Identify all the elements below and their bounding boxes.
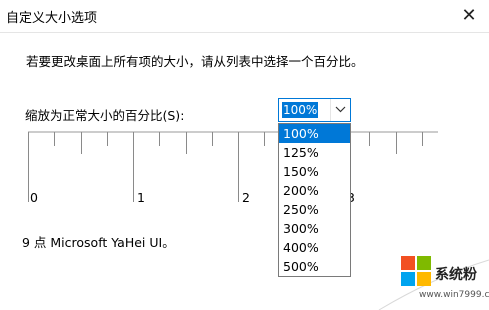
sample-text: 9 点 Microsoft YaHei UI。 bbox=[22, 235, 175, 250]
watermark: 系统粉 www.win7999.com bbox=[339, 242, 489, 310]
ruler-ticks bbox=[28, 131, 438, 202]
watermark-brand: 系统粉 bbox=[435, 267, 477, 283]
dropdown-option[interactable]: 300% bbox=[279, 219, 350, 238]
dialog-title: 自定义大小选项 bbox=[6, 11, 98, 26]
instruction-text: 若要更改桌面上所有项的大小，请从列表中选择一个百分比。 bbox=[26, 54, 364, 69]
dropdown-option[interactable]: 250% bbox=[279, 200, 350, 219]
scale-combobox[interactable]: 100% bbox=[278, 98, 351, 122]
dropdown-option[interactable]: 125% bbox=[279, 143, 350, 162]
dropdown-option[interactable]: 200% bbox=[279, 181, 350, 200]
dropdown-option[interactable]: 150% bbox=[279, 162, 350, 181]
scale-label: 缩放为正常大小的百分比(S): bbox=[25, 108, 185, 123]
close-button[interactable]: ✕ bbox=[459, 6, 479, 26]
ruler-number-1: 1 bbox=[137, 190, 145, 205]
windows-logo-icon bbox=[401, 256, 431, 286]
watermark-url: www.win7999.com bbox=[419, 290, 489, 300]
ruler-number-2: 2 bbox=[242, 190, 250, 205]
dropdown-option[interactable]: 100% bbox=[279, 124, 350, 143]
scale-combobox-value: 100% bbox=[282, 102, 319, 118]
chevron-down-icon[interactable] bbox=[330, 99, 350, 121]
title-bar: 自定义大小选项 ✕ bbox=[0, 0, 489, 33]
ruler-number-0: 0 bbox=[30, 190, 38, 205]
ruler[interactable]: 0 1 2 3 bbox=[28, 124, 438, 208]
